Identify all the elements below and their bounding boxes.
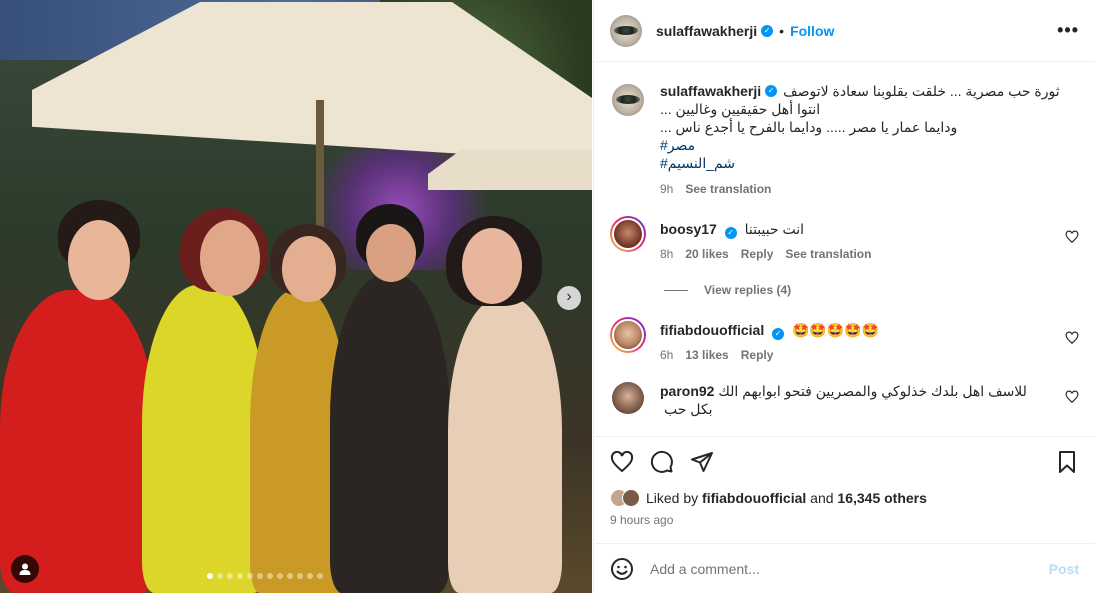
comment-text: انت حبيبتنا — [744, 221, 805, 237]
hashtag-link[interactable]: #مصر — [660, 136, 1079, 154]
carousel-dots — [207, 573, 323, 579]
photo-face-1 — [68, 220, 130, 300]
verified-badge-icon: ✓ — [765, 85, 778, 97]
follow-button[interactable]: Follow — [790, 23, 834, 39]
verified-badge-icon: ✓ — [761, 24, 774, 37]
liked-by-prefix: Liked by — [646, 490, 699, 506]
post-comment-button[interactable]: Post — [1049, 561, 1079, 577]
comment-likes[interactable]: 13 likes — [685, 346, 728, 364]
tagged-users-button[interactable] — [11, 555, 39, 583]
carousel-dot — [297, 573, 303, 579]
comment-avatar[interactable] — [610, 317, 646, 353]
photo-face-2 — [200, 220, 260, 296]
view-replies-label: View replies (4) — [704, 283, 792, 297]
verified-badge-icon: ✓ — [772, 328, 785, 340]
photo-face-5 — [462, 228, 522, 304]
comments-list[interactable]: sulaffawakherji ✓ ثورة حب مصرية ... خلقت… — [594, 63, 1095, 435]
carousel-dot — [287, 573, 293, 579]
share-icon[interactable] — [690, 450, 714, 474]
comment-text: للاسف اهل بلدك خذلوكي والمصريين فتحو ابو… — [664, 383, 1027, 417]
comment-time: 6h — [660, 348, 674, 362]
comment: boosy17 ✓ انت حبيبتنا 8h 20 likes Reply … — [610, 216, 1079, 263]
comment-username[interactable]: boosy17 — [660, 221, 717, 237]
comment-like-heart-icon[interactable] — [1065, 230, 1079, 244]
caption-time: 9h — [660, 182, 674, 196]
photo-person-2 — [142, 285, 266, 593]
carousel-next-button[interactable]: › — [557, 286, 581, 310]
liked-by-and: and — [810, 490, 834, 506]
comment-like-heart-icon[interactable] — [1065, 390, 1079, 404]
view-replies-button[interactable]: View replies (4) — [664, 283, 1079, 297]
comment-input[interactable] — [650, 560, 1049, 577]
carousel-dot — [247, 573, 253, 579]
see-translation-link[interactable]: See translation — [785, 245, 871, 263]
reply-button[interactable]: Reply — [741, 245, 774, 263]
photo-person-4 — [330, 275, 450, 593]
comment-username[interactable]: fifiabdouofficial — [660, 322, 764, 338]
carousel-dot — [237, 573, 243, 579]
carousel-dot — [217, 573, 223, 579]
likes-others-count[interactable]: 16,345 others — [837, 490, 927, 506]
author-avatar[interactable] — [610, 14, 642, 47]
post-side-panel: sulaffawakherji ✓ • Follow ••• sulaffawa… — [593, 0, 1095, 593]
post-photo[interactable]: › — [0, 0, 592, 593]
hashtag-link[interactable]: #شم_النسيم — [660, 154, 1079, 172]
caption: sulaffawakherji ✓ ثورة حب مصرية ... خلقت… — [610, 82, 1079, 198]
caption-author-username[interactable]: sulaffawakherji — [660, 82, 761, 100]
likes-summary: Liked by fifiabdouofficial and 16,345 ot… — [610, 487, 1079, 509]
comment: paron92 للاسف اهل بلدك خذلوكي والمصريين … — [610, 380, 1079, 418]
comment-text: 🤩🤩🤩🤩🤩 — [792, 322, 880, 338]
comment-composer: Post — [594, 543, 1095, 593]
carousel-dot — [267, 573, 273, 579]
photo-person-1 — [0, 290, 156, 593]
carousel-dot — [317, 573, 323, 579]
user-icon — [19, 563, 31, 575]
liked-by-user[interactable]: fifiabdouofficial — [702, 490, 806, 506]
post-header: sulaffawakherji ✓ • Follow ••• — [594, 0, 1095, 62]
comment-time: 8h — [660, 247, 674, 261]
carousel-dot — [257, 573, 263, 579]
author-username[interactable]: sulaffawakherji — [656, 23, 757, 39]
comment-icon[interactable] — [650, 450, 674, 474]
comment-avatar[interactable] — [612, 382, 644, 414]
emoji-icon[interactable] — [610, 557, 634, 581]
caption-line-2: انتوا أهل حقيقيين وغاليين ... — [660, 101, 821, 117]
photo-face-3 — [282, 236, 336, 302]
caption-author-avatar[interactable] — [612, 84, 644, 116]
reply-button[interactable]: Reply — [741, 346, 774, 364]
caption-line-1: ثورة حب مصرية ... خلقت بقلوبنا سعادة لات… — [783, 83, 1060, 99]
carousel-dot — [307, 573, 313, 579]
carousel-dot — [207, 573, 213, 579]
caption-line-3: ودايما عمار يا مصر ..... ودايما بالفرح ي… — [660, 119, 958, 135]
liker-avatar[interactable] — [622, 489, 640, 507]
bookmark-icon[interactable] — [1055, 450, 1079, 474]
comment-likes[interactable]: 20 likes — [685, 245, 728, 263]
header-separator: • — [779, 22, 785, 39]
see-translation-link[interactable]: See translation — [685, 180, 771, 198]
more-options-icon[interactable]: ••• — [1057, 20, 1079, 41]
heart-icon[interactable] — [610, 450, 634, 474]
verified-badge-icon: ✓ — [724, 227, 737, 239]
photo-person-5 — [448, 298, 562, 593]
comment-username[interactable]: paron92 — [660, 383, 714, 399]
comment-like-heart-icon[interactable] — [1065, 331, 1079, 345]
carousel-dot — [277, 573, 283, 579]
post-time-ago[interactable]: 9 hours ago — [610, 513, 1079, 527]
comment: fifiabdouofficial ✓ 🤩🤩🤩🤩🤩 6h 13 likes Re… — [610, 317, 1079, 364]
photo-umbrella-2 — [428, 150, 592, 190]
photo-face-4 — [366, 224, 416, 282]
post-actions: Liked by fifiabdouofficial and 16,345 ot… — [594, 436, 1095, 527]
comment-avatar[interactable] — [610, 216, 646, 252]
carousel-dot — [227, 573, 233, 579]
